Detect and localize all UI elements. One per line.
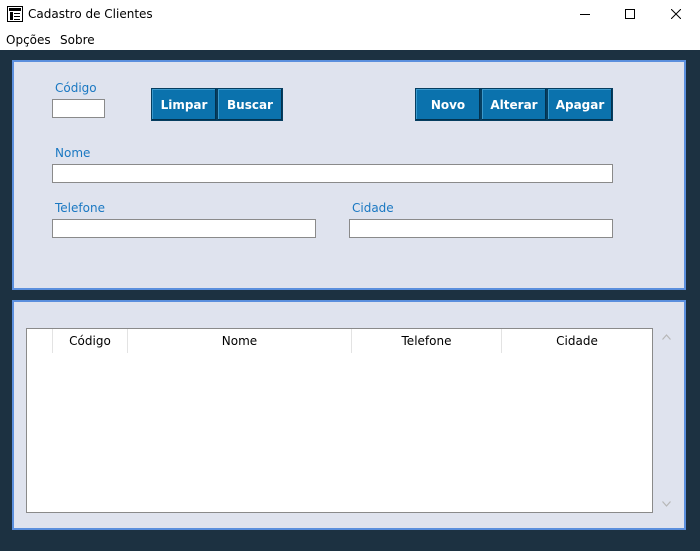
scroll-up-icon[interactable] [656,328,676,346]
clients-table[interactable]: Código Nome Telefone Cidade [26,328,653,513]
alterar-button[interactable]: Alterar [481,88,547,121]
cidade-label: Cidade [352,201,394,215]
telefone-label: Telefone [55,201,105,215]
maximize-button[interactable] [607,0,653,30]
form-panel: Código Limpar Buscar Novo Alterar Apagar… [12,60,686,290]
limpar-button[interactable]: Limpar [151,88,217,121]
title-bar: Cadastro de Clientes [0,0,700,30]
window-title: Cadastro de Clientes [28,7,153,21]
column-header-selector[interactable] [27,329,53,353]
nome-label: Nome [55,146,91,160]
menu-bar: Opções Sobre [0,30,700,50]
telefone-input[interactable] [52,219,316,238]
buscar-button[interactable]: Buscar [217,88,283,121]
minimize-button[interactable] [562,0,608,30]
client-area: Código Limpar Buscar Novo Alterar Apagar… [0,50,700,551]
nome-input[interactable] [52,164,613,183]
novo-button[interactable]: Novo [415,88,481,121]
apagar-button[interactable]: Apagar [547,88,613,121]
close-icon [670,8,682,22]
cidade-input[interactable] [349,219,613,238]
column-header-cidade[interactable]: Cidade [502,329,652,353]
codigo-label: Código [55,81,97,95]
minimize-icon [580,8,590,22]
table-header: Código Nome Telefone Cidade [27,329,652,353]
maximize-icon [625,8,635,22]
column-header-telefone[interactable]: Telefone [352,329,502,353]
app-icon [7,6,23,22]
column-header-codigo[interactable]: Código [53,329,128,353]
menu-item-opcoes[interactable]: Opções [6,33,51,47]
table-scrollbar[interactable] [656,328,676,513]
table-panel: Código Nome Telefone Cidade [12,300,686,530]
scroll-down-icon[interactable] [656,495,676,513]
menu-item-sobre[interactable]: Sobre [60,33,95,47]
column-header-nome[interactable]: Nome [128,329,352,353]
close-button[interactable] [653,0,699,30]
codigo-input[interactable] [52,99,105,118]
